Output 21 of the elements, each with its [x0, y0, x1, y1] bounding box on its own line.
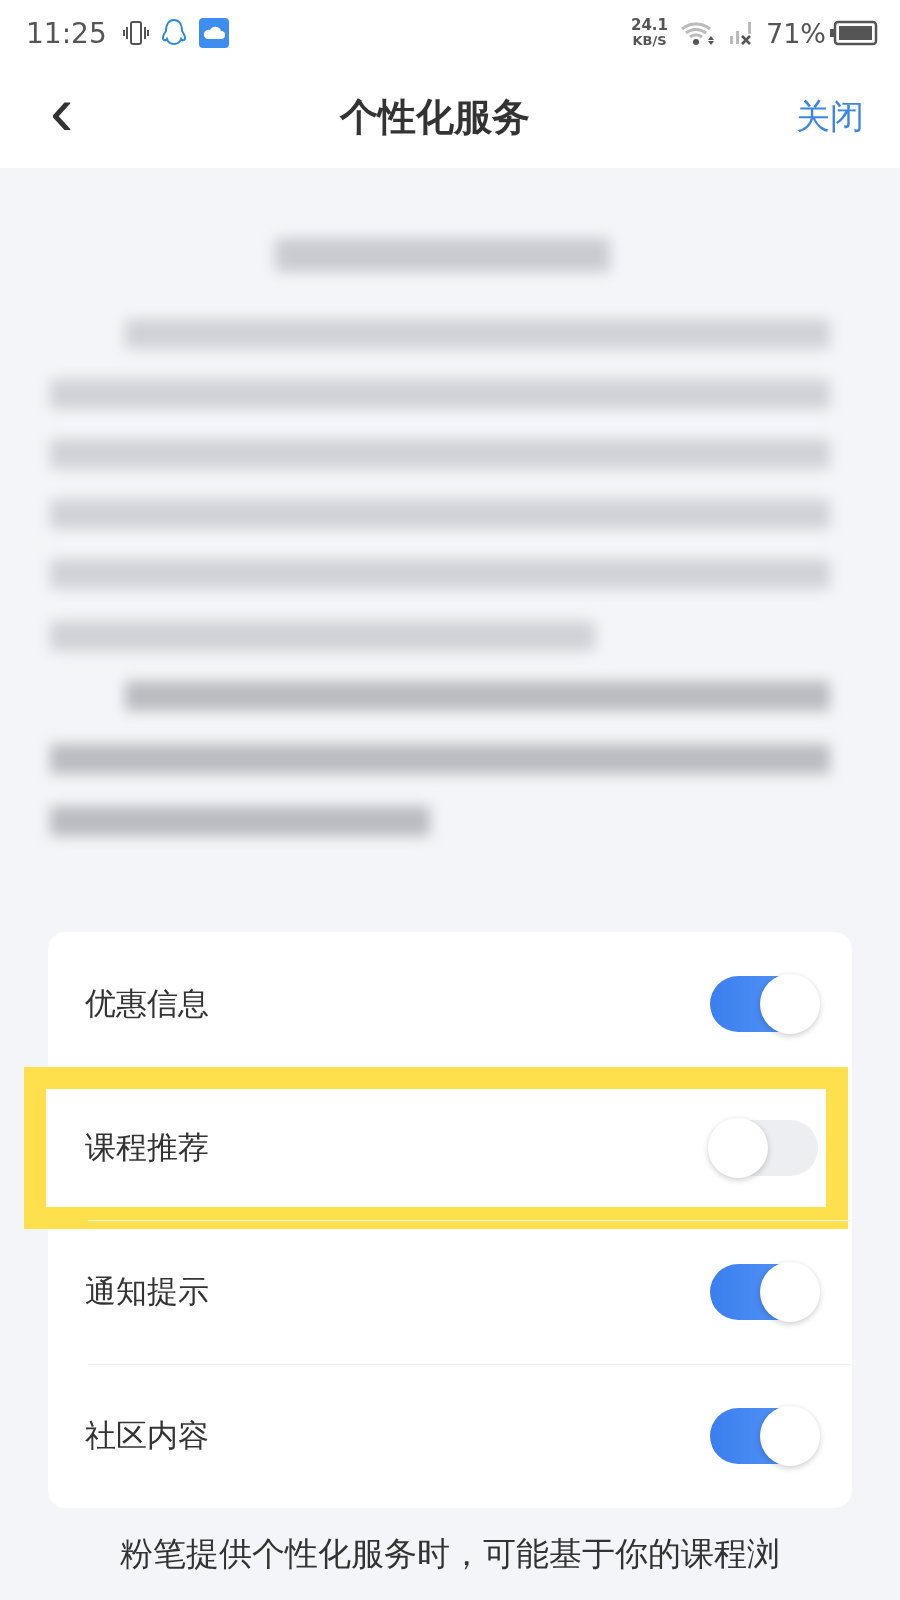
- clock-time: 11:25: [26, 16, 107, 50]
- setting-label: 通知提示: [85, 1272, 209, 1311]
- back-button[interactable]: ‹: [40, 76, 84, 158]
- description-text: 粉笔提供个性化服务时，可能基于你的课程浏: [119, 1534, 781, 1574]
- battery-icon: [830, 20, 878, 46]
- page-title: 个性化服务: [339, 93, 530, 141]
- setting-label: 优惠信息: [85, 984, 209, 1023]
- battery-percentage: 71%: [766, 17, 826, 49]
- weather-app-icon: [198, 18, 229, 48]
- setting-label: 社区内容: [85, 1416, 209, 1455]
- toggle-switch[interactable]: [710, 1408, 818, 1464]
- wifi-icon: [680, 20, 716, 46]
- toggle-switch[interactable]: [710, 1120, 818, 1176]
- signal-icon: [728, 20, 754, 46]
- network-speed: 24.1 KB/S: [630, 18, 668, 48]
- vibrate-icon: [122, 19, 149, 47]
- toggle-switch[interactable]: [710, 1264, 818, 1320]
- penguin-icon: [160, 18, 187, 48]
- setting-label: 课程推荐: [85, 1128, 209, 1167]
- close-button[interactable]: 关闭: [786, 88, 874, 146]
- toggle-switch[interactable]: [710, 976, 818, 1032]
